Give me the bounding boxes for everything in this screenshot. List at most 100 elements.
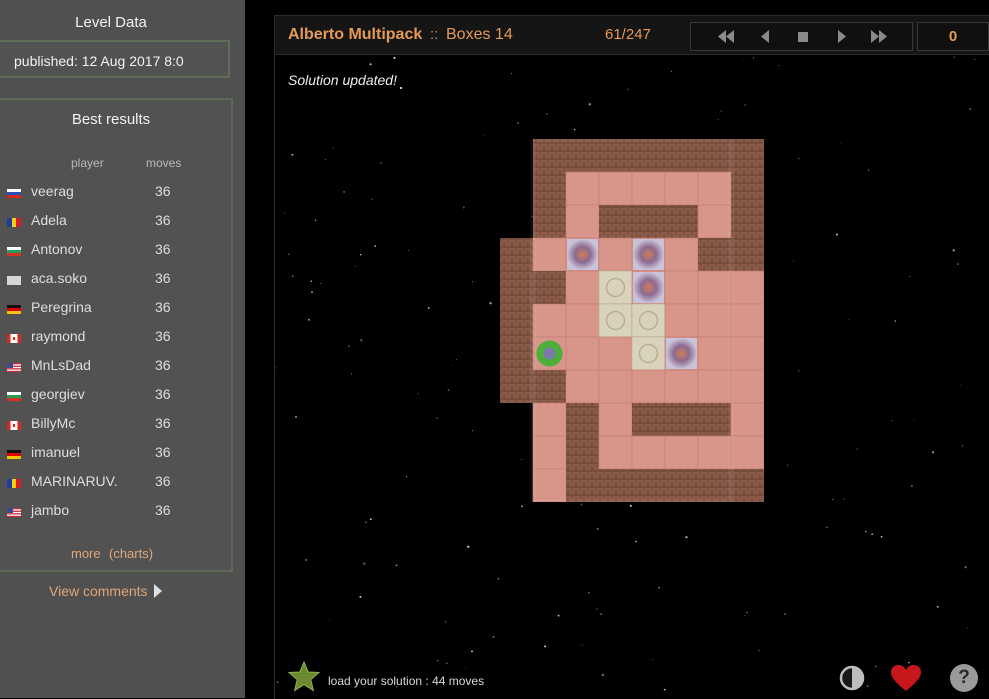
floor-tile[interactable] — [565, 171, 600, 206]
star — [347, 345, 350, 348]
star — [557, 614, 560, 617]
star — [798, 157, 800, 160]
player-name[interactable]: imanuel — [31, 444, 80, 460]
player-moves: 36 — [155, 386, 171, 402]
box-tile[interactable] — [666, 338, 697, 369]
arrow-right-icon[interactable] — [154, 584, 162, 598]
floor-tile[interactable] — [664, 435, 699, 470]
load-solution-link[interactable]: load your solution : 44 moves — [328, 674, 484, 688]
previous-level-button[interactable] — [745, 23, 785, 50]
star — [864, 530, 867, 533]
player-name[interactable]: Antonov — [31, 241, 82, 257]
floor-tile[interactable] — [565, 270, 600, 305]
wall-tile — [500, 304, 533, 337]
title-separator: :: — [430, 26, 439, 43]
stop-button[interactable] — [783, 23, 823, 50]
goal-tile[interactable] — [631, 303, 666, 338]
floor-tile[interactable] — [631, 435, 666, 470]
wall-tile — [665, 403, 698, 436]
box-tile[interactable] — [633, 239, 664, 270]
star — [758, 650, 760, 652]
floor-tile[interactable] — [664, 369, 699, 404]
floor-tile[interactable] — [697, 204, 732, 239]
floor-tile[interactable] — [697, 270, 732, 305]
goal-tile[interactable] — [631, 336, 666, 371]
floor-tile[interactable] — [598, 336, 633, 371]
player-name[interactable]: MnLsDad — [31, 357, 91, 373]
player-name[interactable]: jambo — [31, 502, 69, 518]
floor-tile[interactable] — [730, 402, 764, 437]
floor-tile[interactable] — [730, 336, 764, 371]
player-name[interactable]: Peregrina — [31, 299, 92, 315]
player-name[interactable]: raymond — [31, 328, 85, 344]
floor-tile[interactable] — [565, 336, 600, 371]
help-icon[interactable]: ? — [950, 664, 978, 692]
star — [835, 233, 838, 236]
player-moves: 36 — [155, 241, 171, 257]
goal-tile[interactable] — [598, 303, 633, 338]
result-row: veerag 36 — [0, 183, 230, 212]
wall-tile — [500, 370, 533, 403]
floor-tile[interactable] — [664, 303, 699, 338]
floor-tile[interactable] — [730, 435, 764, 470]
star-icon[interactable] — [288, 661, 320, 693]
floor-tile[interactable] — [697, 435, 732, 470]
level-index: 61/247 — [605, 26, 651, 43]
floor-tile[interactable] — [532, 303, 567, 338]
more-link[interactable]: more — [71, 546, 101, 561]
goal-tile[interactable] — [598, 270, 633, 305]
star — [670, 70, 673, 73]
floor-tile[interactable] — [532, 468, 567, 502]
floor-tile[interactable] — [598, 237, 633, 272]
floor-tile[interactable] — [697, 369, 732, 404]
floor-tile[interactable] — [664, 270, 699, 305]
player-name[interactable]: georgiev — [31, 386, 85, 402]
player-name[interactable]: BillyMc — [31, 415, 75, 431]
floor-tile[interactable] — [664, 237, 699, 272]
floor-tile[interactable] — [565, 204, 600, 239]
view-comments-link[interactable]: View comments — [49, 583, 148, 599]
floor-tile[interactable] — [697, 336, 732, 371]
star — [359, 595, 362, 598]
first-level-button[interactable] — [704, 23, 744, 50]
floor-tile[interactable] — [730, 303, 764, 338]
next-level-button[interactable] — [822, 23, 862, 50]
star — [798, 370, 800, 372]
floor-tile[interactable] — [532, 402, 567, 437]
floor-tile[interactable] — [598, 402, 633, 437]
star — [953, 56, 955, 58]
box-tile[interactable] — [567, 239, 598, 270]
floor-tile[interactable] — [598, 369, 633, 404]
wall-tile — [533, 271, 566, 304]
charts-link[interactable]: (charts) — [109, 546, 153, 561]
floor-tile[interactable] — [565, 303, 600, 338]
last-level-button[interactable] — [861, 23, 901, 50]
star — [969, 108, 972, 111]
floor-tile[interactable] — [565, 369, 600, 404]
star — [329, 619, 331, 621]
floor-tile[interactable] — [532, 435, 567, 470]
floor-tile[interactable] — [730, 369, 764, 404]
star — [332, 147, 334, 149]
star — [364, 521, 368, 524]
floor-tile[interactable] — [664, 171, 699, 206]
heart-icon[interactable] — [890, 664, 922, 692]
floor-tile[interactable] — [598, 171, 633, 206]
contrast-icon[interactable] — [838, 664, 866, 692]
star — [580, 503, 583, 506]
country-flag-icon — [7, 276, 21, 285]
player-name[interactable]: aca.soko — [31, 270, 87, 286]
floor-tile[interactable] — [532, 237, 567, 272]
floor-tile[interactable] — [598, 435, 633, 470]
floor-tile[interactable] — [697, 171, 732, 206]
player-name[interactable]: Adela — [31, 212, 67, 228]
floor-tile[interactable] — [697, 303, 732, 338]
player-name[interactable]: MARINARUV. — [31, 473, 118, 489]
country-flag-icon — [7, 334, 21, 343]
sokoban-board[interactable] — [500, 139, 764, 502]
floor-tile[interactable] — [631, 171, 666, 206]
floor-tile[interactable] — [631, 369, 666, 404]
box-tile[interactable] — [633, 272, 664, 303]
player-name[interactable]: veerag — [31, 183, 74, 199]
floor-tile[interactable] — [730, 270, 764, 305]
